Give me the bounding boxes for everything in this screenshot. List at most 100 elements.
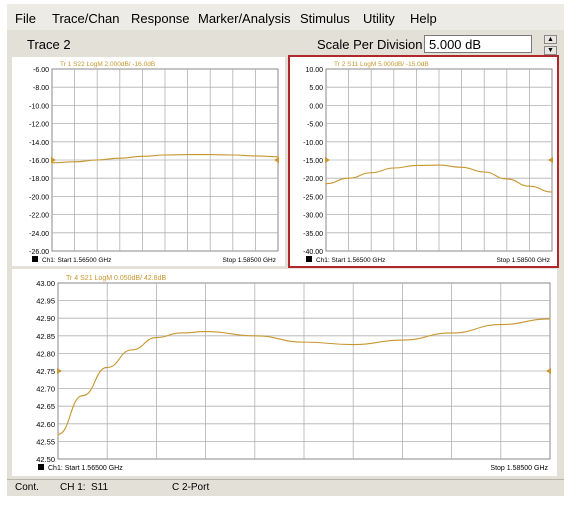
menu-marker-analysis[interactable]: Marker/Analysis [198, 11, 290, 26]
y-tick-label: 42.75 [36, 367, 55, 376]
trace-data-point [500, 323, 502, 326]
start-frequency-label: Ch1: Start 1.56500 GHz [316, 257, 385, 264]
menu-stimulus[interactable]: Stimulus [300, 11, 350, 26]
y-tick-label: 42.85 [36, 332, 55, 341]
y-tick-label: -12.00 [29, 122, 49, 129]
trace-data-point [74, 161, 76, 163]
trace-2-chart: 10.00 5.00 0.00 -5.00 -10.00 -15.00 -20.00 -25.… [303, 61, 553, 264]
trace-window-4[interactable]: 43.00 42.95 42.90 42.85 42.80 42.75 42.70 42.65… [12, 269, 557, 476]
y-tick-label: -8.00 [33, 85, 49, 92]
trace-data-point [549, 318, 551, 320]
y-tick-label: 42.55 [36, 437, 55, 446]
y-tick-label: 42.50 [36, 455, 55, 464]
channel-indicator-icon [306, 256, 312, 262]
y-tick-label: 5.00 [309, 85, 323, 92]
trace-data-point [438, 164, 440, 166]
trace-title: Tr 2 S11 LogM 5.000dB/ -15.0dB [334, 61, 429, 68]
start-frequency-label: Ch1: Start 1.56500 GHz [42, 257, 111, 264]
trace-data-point [401, 339, 403, 341]
trace-data-point [187, 153, 189, 156]
y-tick-label: -24.00 [29, 231, 49, 238]
trace-data-point [393, 167, 395, 169]
menu-file[interactable]: File [15, 11, 36, 26]
y-tick-label: -25.00 [303, 194, 323, 201]
trace-data-point [254, 155, 256, 157]
y-tick-label: -5.00 [307, 122, 323, 129]
trace-data-point [106, 366, 108, 369]
trace-title: Tr 1 S22 LogM 2.000dB/ -16.0dB [60, 61, 155, 68]
menu-bar: File Trace/Chan Response Marker/Analysis… [7, 4, 564, 30]
y-tick-label: 42.65 [36, 402, 55, 411]
y-tick-label: -20.00 [303, 176, 323, 183]
y-tick-label: -10.00 [29, 103, 49, 110]
trace-data-point [370, 172, 372, 174]
y-tick-label: -15.00 [303, 158, 323, 165]
y-tick-label: 42.70 [36, 385, 55, 394]
trace-data-point [180, 332, 182, 334]
y-tick-label: -10.00 [303, 140, 323, 147]
y-tick-label: -18.00 [29, 176, 49, 183]
trace-data-point [155, 336, 157, 339]
trace-window-2[interactable]: 10.00 5.00 0.00 -5.00 -10.00 -15.00 -20.00 -25.… [288, 55, 559, 268]
y-tick-label: 42.90 [36, 314, 55, 323]
y-tick-label: -20.00 [29, 194, 49, 201]
status-channel: CH 1: [60, 482, 86, 493]
trace-data-point [96, 159, 98, 161]
y-tick-label: 42.95 [36, 297, 55, 306]
trace-data-point [254, 335, 256, 337]
active-trace-label: Trace 2 [27, 37, 71, 52]
trace-data-point [205, 330, 207, 333]
trace-data-point [348, 177, 350, 179]
trace-data-point [451, 332, 453, 334]
y-tick-label: -35.00 [303, 231, 323, 238]
trace-data-point [141, 155, 143, 157]
y-tick-label: -26.00 [29, 249, 49, 256]
trace-4-chart: 43.00 42.95 42.90 42.85 42.80 42.75 42.70 42.65… [36, 275, 551, 472]
menu-response[interactable]: Response [131, 11, 190, 26]
y-tick-label: 0.00 [309, 103, 323, 110]
start-frequency-label: Ch1: Start 1.56500 GHz [48, 465, 123, 472]
trace-data-point [352, 344, 354, 346]
trace-data-point [483, 171, 485, 173]
trace-data-point [528, 185, 530, 187]
trace-data-point [164, 154, 166, 156]
trace-data-point [325, 183, 327, 185]
menu-help[interactable]: Help [410, 11, 437, 26]
status-parameter: S11 [91, 482, 109, 493]
trace-data-point [551, 191, 553, 193]
stop-frequency-label: Stop 1.58500 GHz [223, 257, 276, 264]
trace-data-point [232, 154, 234, 156]
scale-spinner: ▲ ▼ [544, 35, 557, 55]
y-tick-label: -6.00 [33, 67, 49, 74]
trace-data-point [51, 162, 53, 164]
trace-data-point [119, 157, 121, 159]
scale-per-division-label: Scale Per Division [317, 37, 423, 52]
spin-up-arrow-icon[interactable]: ▲ [544, 35, 557, 44]
y-tick-label: 42.60 [36, 420, 55, 429]
stop-frequency-label: Stop 1.58500 GHz [490, 465, 548, 472]
y-tick-label: -22.00 [29, 213, 49, 220]
y-tick-label: -40.00 [303, 249, 323, 256]
y-tick-label: -14.00 [29, 140, 49, 147]
status-bar: Cont. CH 1: S11 C 2-Port [7, 479, 564, 496]
spin-down-arrow-icon[interactable]: ▼ [544, 46, 557, 55]
trace-data-point [303, 341, 305, 343]
trace-data-point [506, 178, 508, 180]
trace-title: Tr 4 S21 LogM 0.050dB/ 42.8dB [66, 275, 166, 282]
y-tick-label: 43.00 [36, 279, 55, 288]
trace-data-point [57, 433, 59, 435]
y-tick-label: 10.00 [305, 67, 323, 74]
channel-indicator-icon [32, 256, 38, 262]
trace-data-point [209, 153, 211, 156]
trace-data-point [461, 166, 463, 168]
stop-frequency-label: Stop 1.58500 GHz [497, 257, 550, 264]
menu-utility[interactable]: Utility [363, 11, 395, 26]
scale-per-division-input[interactable]: 5.000 dB [424, 35, 532, 53]
trace-data-point [415, 164, 417, 167]
status-calibration: C 2-Port [172, 482, 210, 493]
y-tick-label: -16.00 [29, 158, 49, 165]
channel-indicator-icon [38, 464, 44, 470]
trace-window-1[interactable]: -6.00 -8.00 -10.00 -12.00 -14.00 -16.00 -18.00… [12, 57, 285, 266]
trace-1-chart: -6.00 -8.00 -10.00 -12.00 -14.00 -16.00 -18.00… [29, 61, 279, 264]
menu-trace-chan[interactable]: Trace/Chan [52, 11, 119, 26]
